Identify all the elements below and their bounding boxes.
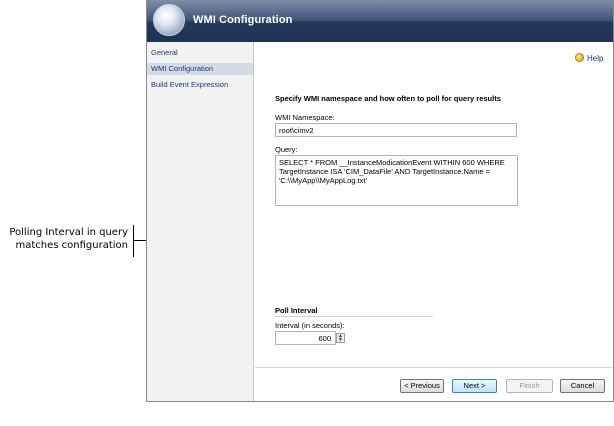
namespace-input[interactable]: root\cimv2 bbox=[275, 123, 517, 137]
wizard-sidebar: General WMI Configuration Build Event Ex… bbox=[147, 42, 254, 401]
interval-input[interactable]: 600 bbox=[275, 331, 336, 345]
wizard-orb-icon bbox=[153, 4, 185, 36]
sidebar-item-general[interactable]: General bbox=[147, 47, 253, 59]
interval-label: Interval (in seconds): bbox=[275, 321, 345, 330]
section-title: Specify WMI namespace and how often to p… bbox=[275, 94, 501, 103]
footer-separator bbox=[255, 367, 613, 368]
query-textarea[interactable]: SELECT * FROM __InstanceModicationEvent … bbox=[275, 155, 518, 206]
dialog-banner: WMI Configuration bbox=[147, 0, 613, 42]
help-icon bbox=[575, 53, 584, 62]
dialog-title: WMI Configuration bbox=[193, 14, 293, 26]
cancel-button[interactable]: Cancel bbox=[560, 379, 605, 393]
help-link[interactable]: Help bbox=[575, 53, 603, 63]
callout-annotation: Polling Interval in query matches config… bbox=[0, 226, 128, 252]
callout-bracket bbox=[133, 225, 134, 257]
callout-line-2: matches configuration bbox=[15, 240, 129, 251]
sidebar-item-build-event-expression[interactable]: Build Event Expression bbox=[147, 79, 253, 91]
poll-interval-heading: Poll Interval bbox=[275, 306, 318, 315]
interval-stepper[interactable]: ▲ ▼ bbox=[336, 333, 345, 343]
callout-line-1: Polling Interval in query bbox=[9, 227, 128, 238]
stepper-down-icon[interactable]: ▼ bbox=[337, 338, 344, 343]
query-label: Query: bbox=[275, 145, 298, 154]
next-button[interactable]: Next > bbox=[452, 379, 497, 393]
poll-interval-divider bbox=[275, 316, 433, 317]
namespace-label: WMI Namespace: bbox=[275, 113, 335, 122]
wmi-configuration-dialog: WMI Configuration General WMI Configurat… bbox=[146, 0, 614, 402]
previous-button[interactable]: < Previous bbox=[400, 379, 444, 393]
help-label: Help bbox=[587, 54, 604, 63]
finish-button[interactable]: Finish bbox=[506, 379, 553, 393]
sidebar-item-wmi-configuration[interactable]: WMI Configuration bbox=[147, 63, 253, 75]
